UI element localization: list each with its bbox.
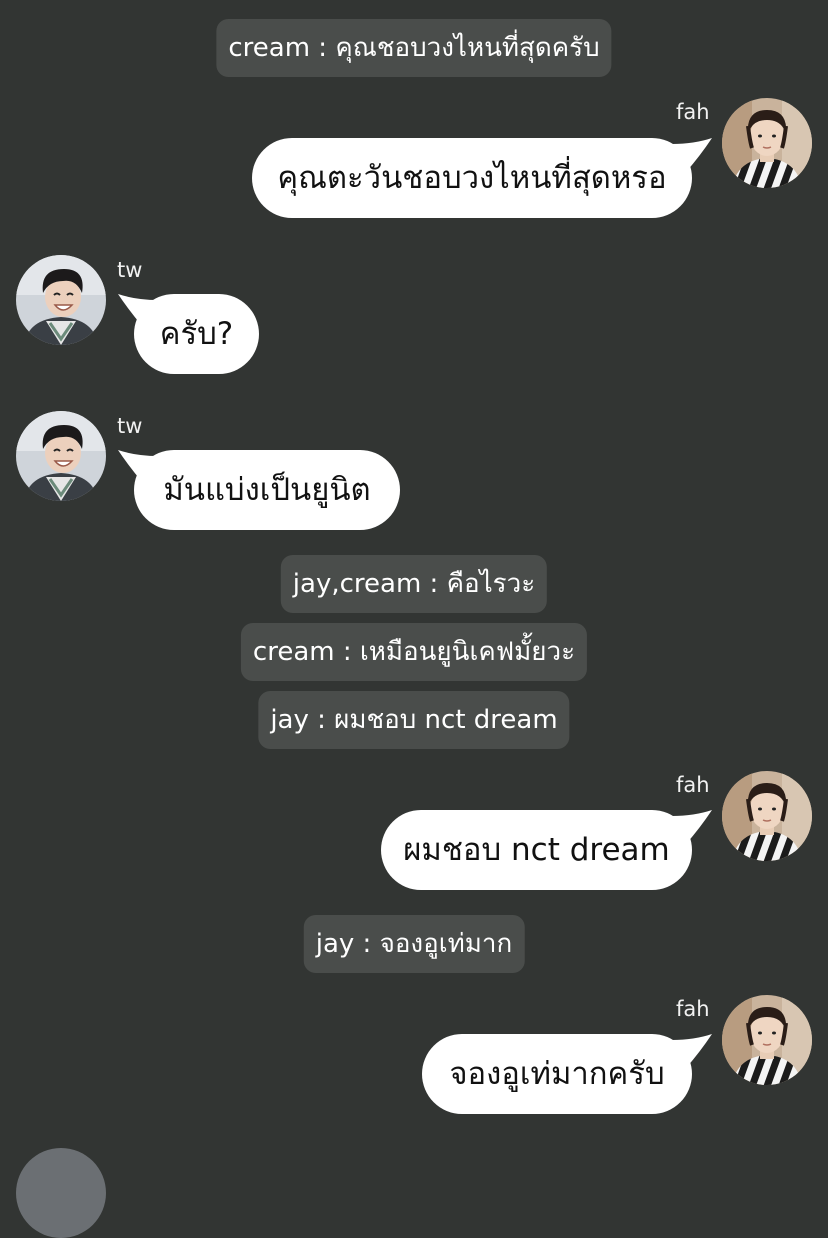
sender-name: fah	[676, 997, 710, 1021]
system-message: cream : คุณชอบวงไหนที่สุดครับ	[216, 19, 612, 77]
chat-bubble-text: จองอูเท่มากครับ	[449, 1056, 665, 1092]
chat-bubble-text: มันแบ่งเป็นยูนิต	[163, 472, 371, 508]
striped-shirt-avatar-icon[interactable]	[722, 995, 812, 1085]
chat-bubble-text: คุณตะวันชอบวงไหนที่สุดหรอ	[277, 160, 667, 196]
sender-name: tw	[117, 414, 143, 438]
system-message: jay,cream : คือไรวะ	[280, 555, 548, 613]
sender-name: fah	[676, 100, 710, 124]
sender-name: fah	[676, 773, 710, 797]
striped-shirt-avatar-icon[interactable]	[722, 771, 812, 861]
system-message: jay : ผมชอบ nct dream	[258, 691, 570, 749]
smiling-avatar-icon[interactable]	[16, 411, 106, 501]
system-message: cream : เหมือนยูนิเคฟมั้ยวะ	[240, 623, 588, 681]
chat-bubble[interactable]: จองอูเท่มากครับ	[422, 1034, 692, 1114]
smiling-avatar-icon[interactable]	[16, 255, 106, 345]
chat-bubble-text: ผมชอบ nct dream	[403, 832, 670, 868]
chat-bubble-text: ครับ?	[159, 316, 234, 352]
sender-name: tw	[117, 258, 143, 282]
system-message: jay : จองอูเท่มาก	[303, 915, 525, 973]
partial-avatar-icon	[16, 1148, 106, 1238]
chat-bubble[interactable]: มันแบ่งเป็นยูนิต	[134, 450, 400, 530]
chat-bubble[interactable]: ครับ?	[134, 294, 259, 374]
chat-bubble[interactable]: คุณตะวันชอบวงไหนที่สุดหรอ	[252, 138, 692, 218]
striped-shirt-avatar-icon[interactable]	[722, 98, 812, 188]
chat-bubble[interactable]: ผมชอบ nct dream	[381, 810, 692, 890]
